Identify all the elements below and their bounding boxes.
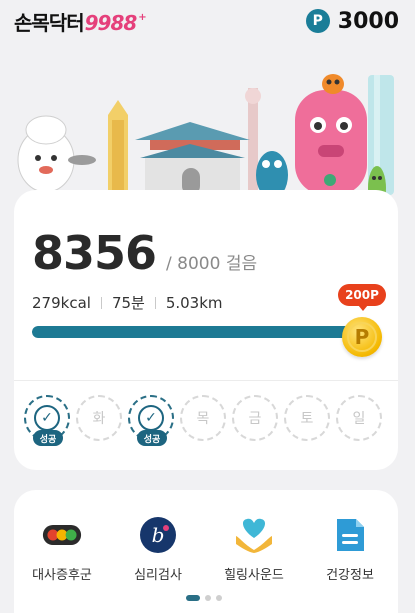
activity-stats: 279kcal 75분 5.03km xyxy=(32,292,223,313)
logo-text: 손목닥터 xyxy=(14,10,85,35)
weekly-attendance: ✓ 성공 화 ✓ 성공 목 금 토 일 xyxy=(24,395,382,446)
logo-number: 9988 xyxy=(84,10,138,35)
step-progress-bar xyxy=(32,326,362,338)
app-header: 손목닥터 9988 + P 3000 xyxy=(0,0,415,42)
card-divider xyxy=(14,380,398,381)
banner-illustration xyxy=(0,60,415,195)
distance-value: 5.03km xyxy=(165,293,223,312)
menu-item-health-info[interactable]: 건강정보 xyxy=(305,516,395,583)
stat-divider xyxy=(154,296,156,309)
calories-value: 279kcal xyxy=(32,293,91,312)
day-label: 토 xyxy=(300,411,314,427)
app-logo[interactable]: 손목닥터 9988 + xyxy=(14,7,147,36)
step-goal: / 8000 걸음 xyxy=(166,254,258,274)
svg-text:b: b xyxy=(152,523,165,547)
traffic-light-icon xyxy=(42,516,82,554)
page-dot xyxy=(216,595,222,601)
day-3[interactable]: 목 xyxy=(180,395,226,441)
menu-label: 건강정보 xyxy=(326,568,374,583)
step-card[interactable]: 8356 / 8000 걸음 279kcal 75분 5.03km 200P P… xyxy=(14,190,398,470)
success-badge: 성공 xyxy=(33,430,63,446)
city-characters-illustration xyxy=(0,60,415,195)
check-icon: ✓ xyxy=(138,405,164,431)
point-value: 3000 xyxy=(337,8,399,34)
step-count-row: 8356 / 8000 걸음 xyxy=(32,226,257,280)
page-dot xyxy=(205,595,211,601)
day-6[interactable]: 일 xyxy=(336,395,382,441)
logo-plus: + xyxy=(138,11,147,23)
step-progress-fill xyxy=(32,326,362,338)
menu-item-healing-sound[interactable]: 힐링사운드 xyxy=(209,516,299,583)
stat-divider xyxy=(100,296,102,309)
menu-label: 대사증후군 xyxy=(32,568,92,583)
menu-item-metabolic[interactable]: 대사증후군 xyxy=(17,516,107,583)
healing-heart-icon xyxy=(234,516,274,554)
menu-label: 힐링사운드 xyxy=(224,568,284,583)
point-balance[interactable]: P 3000 xyxy=(305,8,399,34)
day-label: 금 xyxy=(248,411,262,427)
reward-coin-button[interactable]: P xyxy=(342,317,382,357)
menu-label: 심리검사 xyxy=(134,568,182,583)
day-1[interactable]: 화 xyxy=(76,395,122,441)
quick-menu-card: 대사증후군 b 심리검사 힐링사운드 건강정보 xyxy=(14,490,398,613)
brain-test-icon: b xyxy=(138,516,178,554)
day-0[interactable]: ✓ 성공 xyxy=(24,395,70,446)
day-label: 일 xyxy=(352,411,366,427)
day-label: 화 xyxy=(92,411,106,427)
coin-icon: P xyxy=(347,322,377,352)
day-4[interactable]: 금 xyxy=(232,395,278,441)
check-icon: ✓ xyxy=(34,405,60,431)
quick-menu-row: 대사증후군 b 심리검사 힐링사운드 건강정보 xyxy=(14,516,398,583)
step-count: 8356 xyxy=(32,226,157,280)
reward-bubble: 200P xyxy=(338,284,386,311)
success-badge: 성공 xyxy=(137,430,167,446)
day-5[interactable]: 토 xyxy=(284,395,330,441)
health-info-icon xyxy=(330,516,370,554)
day-label: 목 xyxy=(196,411,210,427)
page-dot-active xyxy=(186,595,200,601)
point-icon: P xyxy=(305,9,330,33)
menu-item-psych-test[interactable]: b 심리검사 xyxy=(113,516,203,583)
page-indicator[interactable] xyxy=(186,595,222,601)
minutes-value: 75분 xyxy=(111,294,145,312)
day-2[interactable]: ✓ 성공 xyxy=(128,395,174,446)
